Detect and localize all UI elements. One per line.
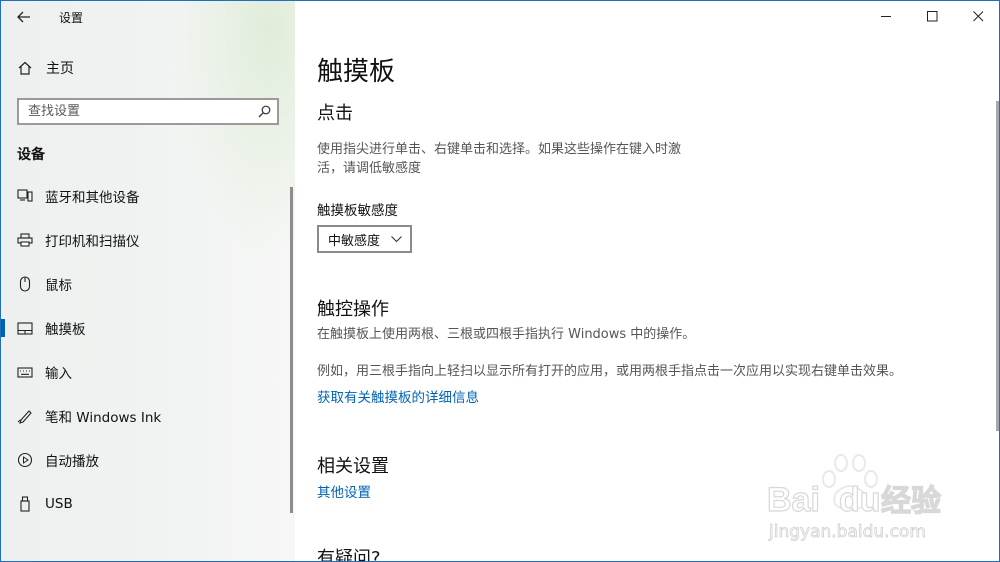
help-heading: 有疑问? [317, 548, 381, 562]
gestures-heading: 触控操作 [317, 299, 389, 320]
touchpad-icon [17, 320, 33, 336]
settings-window: 设置 主页 设备 [0, 0, 1000, 562]
sidebar-item-label: 鼠标 [45, 278, 72, 294]
sidebar-item-touchpad[interactable]: 触摸板 [1, 306, 295, 350]
pen-icon [17, 408, 33, 424]
maximize-button[interactable] [909, 1, 955, 31]
sidebar-item-bluetooth[interactable]: 蓝牙和其他设备 [1, 174, 295, 218]
additional-settings-link[interactable]: 其他设置 [317, 481, 371, 501]
close-icon [972, 10, 983, 21]
search-icon[interactable] [258, 105, 271, 118]
gestures-description: 在触摸板上使用两根、三根或四根手指执行 Windows 中的操作。 [317, 327, 696, 342]
sidebar-item-autoplay[interactable]: 自动播放 [1, 438, 295, 482]
chevron-down-icon [391, 235, 402, 242]
window-controls [863, 1, 999, 31]
sensitivity-label: 触摸板敏感度 [317, 203, 398, 219]
gestures-example: 例如，用三根手指向上轻扫以显示所有打开的应用，或用两根手指点击一次应用以实现右键… [317, 364, 903, 379]
tap-description-line: 使用指尖进行单击、右键单击和选择。如果这些操作在键入时激 [317, 142, 682, 157]
sidebar-nav: 蓝牙和其他设备 打印机和扫描仪 鼠标 触摸板 输入 笔和 Windows Ink… [1, 174, 295, 526]
sidebar-item-typing[interactable]: 输入 [1, 350, 295, 394]
search-input[interactable] [28, 104, 248, 119]
tap-description-line: 活，请调低敏感度 [317, 161, 422, 176]
mouse-icon [17, 276, 33, 292]
sidebar-item-label: 自动播放 [45, 454, 99, 470]
search-box[interactable] [17, 98, 279, 125]
sidebar-scrollbar[interactable] [290, 187, 293, 513]
usb-icon [17, 496, 33, 512]
minimize-button[interactable] [863, 1, 909, 31]
keyboard-icon [17, 364, 33, 380]
tap-description: 使用指尖进行单击、右键单击和选择。如果这些操作在键入时激 活，请调低敏感度 [317, 140, 681, 178]
app-title: 设置 [59, 10, 84, 25]
sidebar-item-mouse[interactable]: 鼠标 [1, 262, 295, 306]
maximize-icon [926, 10, 937, 21]
home-label: 主页 [46, 61, 74, 77]
home-icon [17, 60, 33, 76]
sidebar-item-label: 打印机和扫描仪 [45, 234, 140, 250]
page-title: 触摸板 [317, 57, 396, 87]
tap-heading: 点击 [317, 103, 353, 124]
sidebar-item-label: USB [45, 496, 73, 512]
printer-icon [17, 232, 33, 248]
section-heading: 设备 [17, 147, 45, 163]
sidebar-item-label: 触摸板 [45, 322, 86, 338]
sidebar-item-pen[interactable]: 笔和 Windows Ink [1, 394, 295, 438]
sidebar-item-label: 笔和 Windows Ink [45, 410, 162, 426]
sensitivity-dropdown[interactable]: 中敏感度 [317, 225, 412, 253]
sidebar-item-label: 输入 [45, 366, 72, 382]
arrow-left-icon [17, 11, 30, 23]
sidebar-item-printers[interactable]: 打印机和扫描仪 [1, 218, 295, 262]
main-scrollbar[interactable] [996, 101, 999, 431]
related-settings-heading: 相关设置 [317, 456, 389, 477]
sidebar-item-home[interactable]: 主页 [1, 53, 295, 83]
autoplay-icon [17, 452, 33, 468]
sidebar-item-label: 蓝牙和其他设备 [45, 190, 140, 206]
sidebar: 设置 主页 设备 [1, 1, 295, 561]
sidebar-item-usb[interactable]: USB [1, 482, 295, 526]
sensitivity-value: 中敏感度 [328, 233, 381, 249]
titlebar-left: 设置 [1, 1, 295, 33]
minimize-icon [880, 15, 891, 17]
bluetooth-devices-icon [17, 188, 33, 204]
back-button[interactable] [1, 1, 47, 33]
touchpad-info-link[interactable]: 获取有关触摸板的详细信息 [317, 386, 479, 406]
main-content: 触摸板 点击 使用指尖进行单击、右键单击和选择。如果这些操作在键入时激 活，请调… [295, 1, 999, 562]
close-button[interactable] [955, 1, 999, 31]
